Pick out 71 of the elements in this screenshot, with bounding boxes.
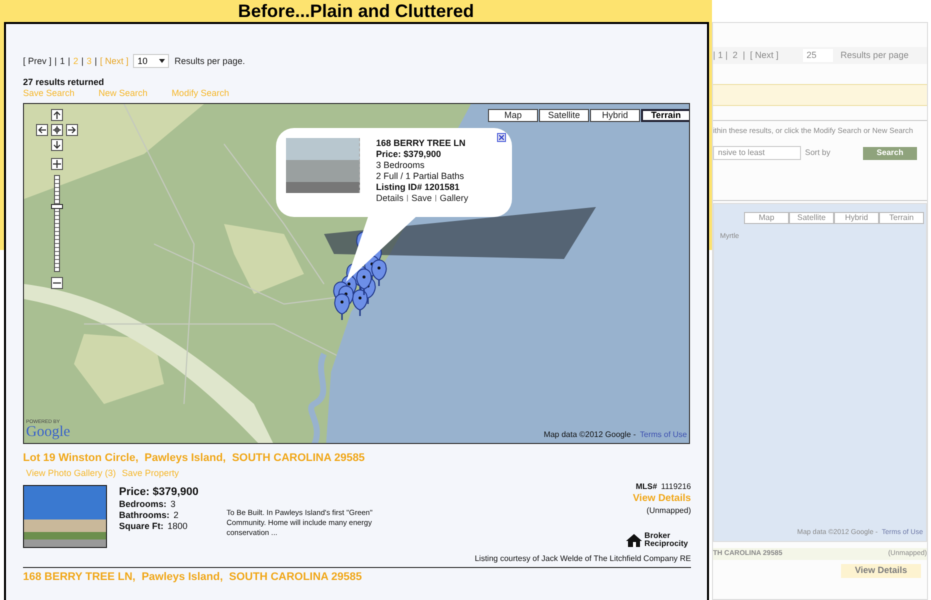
zoom-in-button[interactable] xyxy=(51,158,63,170)
fact-value: 2 xyxy=(174,510,179,521)
info-bedrooms: 3 Bedrooms xyxy=(376,160,426,171)
info-address: 168 BERRY TREE LN xyxy=(376,138,467,149)
zoom-slider-thumb[interactable] xyxy=(51,204,63,209)
faded-map-type-tab[interactable]: Map xyxy=(744,212,789,224)
broker-logo-text: Reciprocity xyxy=(644,540,688,548)
faded-sort-label: Sort by xyxy=(805,147,830,159)
arrow-icon xyxy=(38,126,46,134)
page-separator: | xyxy=(94,55,97,67)
fact-label: Bathrooms: xyxy=(119,510,170,521)
map-type-tab[interactable]: Terrain xyxy=(641,109,689,122)
arrow-icon xyxy=(53,111,61,119)
broker-logo-text: Broker xyxy=(644,532,672,540)
close-button[interactable] xyxy=(497,133,506,142)
next-link[interactable]: [ Next ] xyxy=(100,55,128,67)
move-icon xyxy=(53,126,61,134)
mls-label: MLS# xyxy=(636,481,658,493)
map-type-tab[interactable]: Satellite xyxy=(539,109,589,122)
fact-value: 1800 xyxy=(168,521,188,532)
listing-title[interactable]: Lot 19 Winston Circle, Pawleys Island, SOUTH CAROLINA 29585 xyxy=(23,452,691,465)
info-link[interactable]: Gallery xyxy=(440,193,468,204)
info-link[interactable]: Save xyxy=(411,193,432,204)
map-type-tab[interactable]: Map xyxy=(488,109,538,122)
zoom-slider[interactable] xyxy=(54,175,60,272)
pan-center-button[interactable] xyxy=(51,124,63,136)
faded-sort-field[interactable]: nsive to least xyxy=(713,146,801,160)
pan-right-button[interactable] xyxy=(66,124,78,136)
faded-pagination: | 1 | 2 | [ Next ] xyxy=(713,48,779,62)
listing-title[interactable]: 168 BERRY TREE LN, Pawleys Island, SOUTH CAROLINA 29585 xyxy=(23,571,691,583)
page-separator: | xyxy=(81,55,84,67)
results-count: 27 results returned xyxy=(23,77,106,88)
faded-map-type-tab[interactable]: Hybrid xyxy=(834,212,879,224)
pan-down-button[interactable] xyxy=(51,139,63,151)
page-link[interactable]: 1 xyxy=(60,55,65,67)
listing-price: Price: $379,900 xyxy=(119,485,199,499)
faded-view-details-button[interactable]: View Details xyxy=(841,564,921,578)
pan-up-button[interactable] xyxy=(51,109,63,121)
close-icon xyxy=(499,135,504,140)
arrow-icon xyxy=(68,126,76,134)
page-separator: | xyxy=(68,55,70,67)
mls-number: 1119216 xyxy=(661,481,691,493)
page-separator: | xyxy=(54,55,57,67)
info-price: Price: $379,900 xyxy=(376,149,442,160)
arrow-icon xyxy=(53,141,61,149)
terms-link[interactable]: Terms of Use xyxy=(640,429,687,441)
fact-label: Bedrooms: xyxy=(119,499,167,510)
faded-search-button[interactable]: Search xyxy=(863,146,917,160)
map-status: (Unmapped) xyxy=(646,505,691,517)
map-attribution: Map data ©2012 Google - xyxy=(544,429,636,441)
map-type-tab[interactable]: Hybrid xyxy=(590,109,640,122)
faded-per-page-label: Results per page xyxy=(840,48,909,62)
house-icon xyxy=(626,533,642,547)
info-baths: 2 Full / 1 Partial Baths xyxy=(376,171,466,182)
plus-icon xyxy=(53,160,61,168)
fact-value: 3 xyxy=(170,499,176,510)
view-details-link[interactable]: View Details xyxy=(632,493,691,505)
per-page-label: Results per page. xyxy=(174,55,245,67)
banner-title: Before...Plain and Cluttered xyxy=(238,2,474,20)
faded-per-page-select[interactable]: 25 xyxy=(802,48,833,62)
listing-courtesy: Listing courtesy of Jack Welde of The Litchfield Company RE xyxy=(474,554,691,564)
fact-label: Square Ft: xyxy=(119,521,164,532)
zoom-out-button[interactable] xyxy=(51,277,63,289)
per-page-select[interactable]: 10 xyxy=(133,54,170,68)
faded-map-type-tab[interactable]: Satellite xyxy=(789,212,834,224)
google-logo: Google xyxy=(26,425,70,440)
info-link[interactable]: Details xyxy=(376,193,404,204)
info-listing-id: Listing ID# 1201581 xyxy=(376,182,461,193)
pan-left-button[interactable] xyxy=(36,124,48,136)
caret-icon xyxy=(159,59,166,63)
faded-map-type-tab[interactable]: Terrain xyxy=(879,212,924,224)
